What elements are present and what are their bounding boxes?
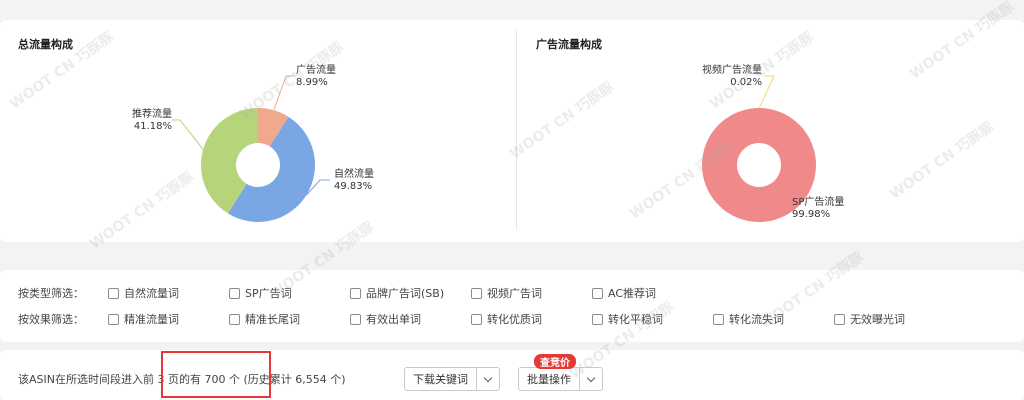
slice-name-label-2: 推荐流量 [132, 107, 172, 120]
chevron-down-icon [586, 373, 596, 382]
slice-leader-line-2 [172, 119, 204, 150]
slice-name-label-1: 自然流量 [334, 167, 374, 180]
checkbox-label: 精准流量词 [124, 313, 179, 326]
filter-sp-ad-keyword[interactable]: SP广告词 [229, 285, 292, 301]
slice-name-label-0: 视频广告流量 [702, 63, 762, 76]
type-filter-row: 按类型筛选： 自然流量词 SP广告词 品牌广告词(SB) 视频广告词 AC推荐词 [0, 283, 1024, 303]
effect-filter-label: 按效果筛选： [18, 313, 84, 326]
checkbox[interactable] [108, 287, 119, 299]
checkbox[interactable] [229, 313, 240, 325]
checkbox[interactable] [713, 313, 724, 325]
batch-operations-group: 批量操作 [518, 367, 603, 391]
download-dropdown-toggle[interactable] [477, 368, 499, 390]
filter-effective-order[interactable]: 有效出单词 [350, 311, 421, 327]
total-traffic-donut-chart: 广告流量8.99% 自然流量49.83% 推荐流量41.18% [132, 63, 374, 222]
effect-filter-row: 按效果筛选： 精准流量词 精准长尾词 有效出单词 转化优质词 转化平稳词 转化流… [0, 309, 1024, 329]
filter-precise-longtail[interactable]: 精准长尾词 [229, 311, 300, 327]
panel-divider [516, 30, 517, 230]
slice-value-label-1: 99.98% [792, 209, 830, 220]
checkbox-label: SP广告词 [245, 287, 292, 300]
checkbox-label: 自然流量词 [124, 287, 179, 300]
filter-precise-traffic[interactable]: 精准流量词 [108, 311, 179, 327]
download-keywords-group: 下载关键词 [404, 367, 500, 391]
checkbox[interactable] [350, 287, 361, 299]
filter-natural-keyword[interactable]: 自然流量词 [108, 285, 179, 301]
checkbox[interactable] [592, 287, 603, 299]
check-bid-badge: 查竞价 [534, 354, 576, 369]
batch-dropdown-toggle[interactable] [580, 368, 602, 390]
filter-stable-conversion[interactable]: 转化平稳词 [592, 311, 663, 327]
checkbox-label: AC推荐词 [608, 287, 657, 300]
checkbox[interactable] [350, 313, 361, 325]
slice-leader-line-0 [273, 75, 294, 111]
type-filter-label: 按类型筛选： [18, 287, 84, 300]
traffic-charts-card: 总流量构成 广告流量 8.99% 自然流量 49.83% 推荐流量 41.18% 广告流量… [0, 20, 1024, 242]
checkbox-label: 转化平稳词 [608, 313, 663, 326]
checkbox[interactable] [471, 287, 482, 299]
total-traffic-panel: 总流量构成 广告流量 8.99% 自然流量 49.83% 推荐流量 41.18% [0, 20, 516, 242]
ad-traffic-panel: 广告流量构成 视频广告流量 0.02% SP广告流量 99.98% [518, 20, 1024, 242]
keyword-filters-card: 按类型筛选： 自然流量词 SP广告词 品牌广告词(SB) 视频广告词 AC推荐词… [0, 270, 1024, 342]
filter-ac-recommend-keyword[interactable]: AC推荐词 [592, 285, 656, 301]
filter-quality-conversion[interactable]: 转化优质词 [471, 311, 542, 327]
ad-traffic-donut-chart: 视频广告流量0.02% SP广告流量99.98% [702, 63, 844, 223]
slice-value-label-1: 49.83% [334, 181, 372, 192]
checkbox-label: 转化优质词 [487, 313, 542, 326]
filter-video-ad-keyword[interactable]: 视频广告词 [471, 285, 542, 301]
checkbox[interactable] [471, 313, 482, 325]
checkbox-label: 视频广告词 [487, 287, 542, 300]
filter-invalid-exposure[interactable]: 无效曝光词 [834, 311, 905, 327]
batch-operations-button[interactable]: 批量操作 [519, 368, 580, 390]
checkbox[interactable] [229, 287, 240, 299]
checkbox-label: 转化流失词 [729, 313, 784, 326]
filter-brand-ad-keyword[interactable]: 品牌广告词(SB) [350, 285, 444, 301]
checkbox[interactable] [108, 313, 119, 325]
slice-value-label-2: 41.18% [134, 121, 172, 132]
checkbox-label: 无效曝光词 [850, 313, 905, 326]
checkbox-label: 有效出单词 [366, 313, 421, 326]
highlight-annotation-box [161, 351, 271, 398]
checkbox[interactable] [834, 313, 845, 325]
slice-name-label-0: 广告流量 [296, 63, 336, 76]
checkbox[interactable] [592, 313, 603, 325]
slice-name-label-1: SP广告流量 [792, 195, 844, 208]
filter-lost-conversion[interactable]: 转化流失词 [713, 311, 784, 327]
download-keywords-button[interactable]: 下载关键词 [405, 368, 477, 390]
slice-value-label-0: 0.02% [730, 77, 762, 88]
slice-value-label-0: 8.99% [296, 77, 328, 88]
checkbox-label: 精准长尾词 [245, 313, 300, 326]
chevron-down-icon [483, 373, 493, 382]
checkbox-label: 品牌广告词(SB) [366, 287, 445, 300]
